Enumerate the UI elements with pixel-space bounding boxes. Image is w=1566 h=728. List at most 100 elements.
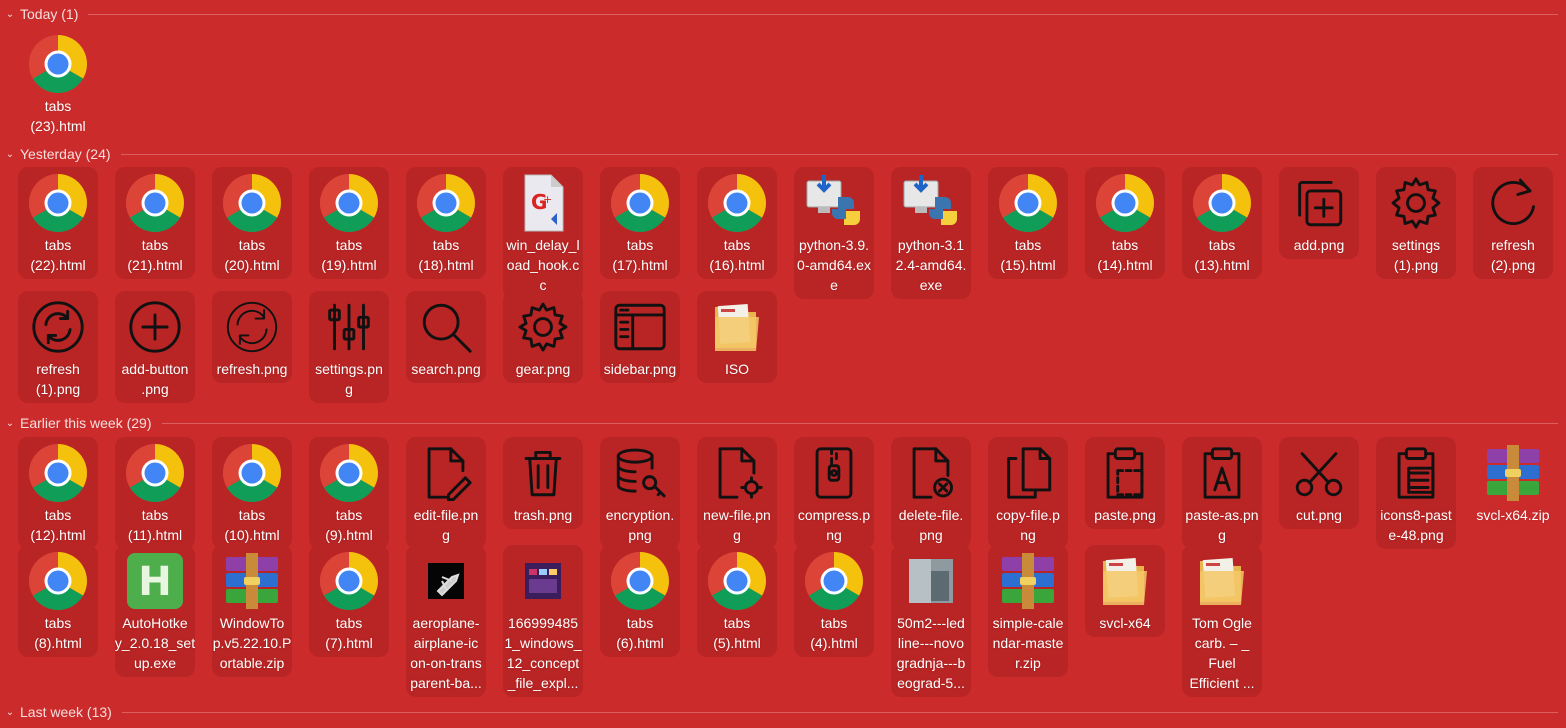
group-title: Yesterday (24) [20, 146, 111, 162]
file-item[interactable]: edit-file.pn g [406, 437, 486, 549]
chevron-down-icon[interactable]: ⌄ [0, 149, 20, 160]
file-name: paste-as.pn g [1185, 507, 1259, 543]
group-header-earlier[interactable]: ⌄ Earlier this week (29) [0, 413, 1566, 433]
file-item[interactable]: cut.png [1279, 437, 1359, 529]
group-header-today[interactable]: ⌄ Today (1) [0, 4, 1566, 24]
file-item[interactable]: simple-cale ndar-maste r.zip [988, 545, 1068, 677]
file-item[interactable]: icons8-past e-48.png [1376, 437, 1456, 549]
file-item[interactable]: ISO [697, 291, 777, 383]
file-item[interactable]: tabs (17).html [600, 167, 680, 279]
file-item[interactable]: Tom Ogle carb. – _ Fuel Efficient ... [1182, 545, 1262, 697]
file-name: tabs (19).html [321, 237, 377, 273]
file-item[interactable]: tabs (13).html [1182, 167, 1262, 279]
file-item[interactable]: settings (1).png [1376, 167, 1456, 279]
file-item[interactable]: 166999485 1_windows_ 12_concept _file_expl.… [503, 545, 583, 697]
file-item[interactable]: tabs (7).html [309, 545, 389, 657]
winrar-archive-icon [998, 551, 1058, 611]
file-item[interactable]: tabs (22).html [18, 167, 98, 279]
chrome-icon [707, 173, 767, 233]
file-item[interactable]: tabs (8).html [18, 545, 98, 657]
file-name: tabs (22).html [30, 237, 86, 273]
file-item[interactable]: delete-file. png [891, 437, 971, 549]
file-item[interactable]: refresh.png [212, 291, 292, 383]
file-item[interactable]: trash.png [503, 437, 583, 529]
group-header-lastweek[interactable]: ⌄ Last week (13) [0, 702, 1566, 722]
file-item[interactable]: tabs (14).html [1085, 167, 1165, 279]
file-name: tabs (8).html [34, 615, 82, 651]
file-name: tabs (11).html [127, 507, 183, 543]
file-item[interactable]: tabs (18).html [406, 167, 486, 279]
file-item[interactable]: tabs (15).html [988, 167, 1068, 279]
winrar-archive-icon [1483, 443, 1543, 503]
file-item[interactable]: tabs (4).html [794, 545, 874, 657]
file-item[interactable]: search.png [406, 291, 486, 383]
file-item[interactable]: WindowTo p.v5.22.10.P ortable.zip [212, 545, 292, 677]
paste-icon [1095, 443, 1155, 503]
chevron-down-icon[interactable]: ⌄ [0, 707, 20, 718]
file-item[interactable]: refresh (1).png [18, 291, 98, 403]
chrome-icon [610, 551, 670, 611]
file-name: copy-file.p ng [996, 507, 1060, 543]
file-name: tabs (5).html [713, 615, 761, 651]
file-name: tabs (15).html [1000, 237, 1056, 273]
file-item[interactable]: paste-as.pn g [1182, 437, 1262, 549]
chrome-icon [28, 551, 88, 611]
file-item[interactable]: aeroplane-airplane-ic on-on-trans parent-b… [406, 545, 486, 697]
file-name: AutoHotke y_2.0.18_set up.exe [114, 615, 196, 671]
file-item[interactable]: svcl-x64 [1085, 545, 1165, 637]
chrome-icon [125, 173, 185, 233]
screenshot-thumbnail-icon [513, 551, 573, 611]
file-item[interactable]: tabs (20).html [212, 167, 292, 279]
file-item[interactable]: refresh (2).png [1473, 167, 1553, 279]
file-item[interactable]: H AutoHotke y_2.0.18_set up.exe [115, 545, 195, 677]
file-name: simple-cale ndar-maste r.zip [992, 615, 1064, 671]
cpp-file-icon: G + [513, 173, 573, 233]
file-name: icons8-past e-48.png [1380, 507, 1452, 543]
file-name: ISO [724, 361, 750, 377]
file-name: svcl-x64.zip [1476, 507, 1550, 523]
file-name: 166999485 1_windows_ 12_concept _file_expl.… [504, 615, 582, 691]
file-item[interactable]: tabs (23).html [18, 28, 98, 136]
file-item[interactable]: python-3.1 2.4-amd64. exe [891, 167, 971, 299]
chevron-down-icon[interactable]: ⌄ [0, 418, 20, 429]
file-item[interactable]: settings.pn g [309, 291, 389, 403]
file-item[interactable]: tabs (21).html [115, 167, 195, 279]
file-item[interactable]: tabs (6).html [600, 545, 680, 657]
file-item[interactable]: add.png [1279, 167, 1359, 259]
file-name: python-3.9. 0-amd64.ex e [797, 237, 871, 293]
file-item[interactable]: tabs (9).html [309, 437, 389, 549]
file-item[interactable]: copy-file.p ng [988, 437, 1068, 549]
file-item[interactable]: paste.png [1085, 437, 1165, 529]
file-name: trash.png [513, 507, 573, 523]
file-item[interactable]: new-file.pn g [697, 437, 777, 549]
file-item[interactable]: tabs (10).html [212, 437, 292, 549]
refresh-circle-icon [28, 297, 88, 357]
file-item[interactable]: tabs (5).html [697, 545, 777, 657]
file-item[interactable]: gear.png [503, 291, 583, 383]
file-item[interactable]: python-3.9. 0-amd64.ex e [794, 167, 874, 299]
file-name: encryption. png [605, 507, 675, 543]
paste-as-icon [1192, 443, 1252, 503]
file-item[interactable]: compress.p ng [794, 437, 874, 549]
group-header-yesterday[interactable]: ⌄ Yesterday (24) [0, 144, 1566, 164]
file-item[interactable]: tabs (16).html [697, 167, 777, 279]
edit-file-icon [416, 443, 476, 503]
encryption-icon [610, 443, 670, 503]
file-name: settings.pn g [315, 361, 383, 397]
autohotkey-icon: H [125, 551, 185, 611]
file-item[interactable]: tabs (12).html [18, 437, 98, 549]
file-item[interactable]: svcl-x64.zip [1473, 437, 1553, 529]
chevron-down-icon[interactable]: ⌄ [0, 9, 20, 20]
file-item[interactable]: tabs (19).html [309, 167, 389, 279]
file-name: search.png [411, 361, 481, 377]
file-item[interactable]: tabs (11).html [115, 437, 195, 549]
sidebar-icon [610, 297, 670, 357]
file-item[interactable]: G + win_delay_l oad_hook.c c [503, 167, 583, 299]
file-name: refresh (2).png [1490, 237, 1536, 273]
file-item[interactable]: add-button .png [115, 291, 195, 403]
file-item[interactable]: encryption. png [600, 437, 680, 549]
file-name: tabs (10).html [224, 507, 280, 543]
file-item[interactable]: 50m2---led line---novo gradnja---b eograd-5… [891, 545, 971, 697]
file-name: tabs (4).html [810, 615, 858, 651]
file-item[interactable]: sidebar.png [600, 291, 680, 383]
